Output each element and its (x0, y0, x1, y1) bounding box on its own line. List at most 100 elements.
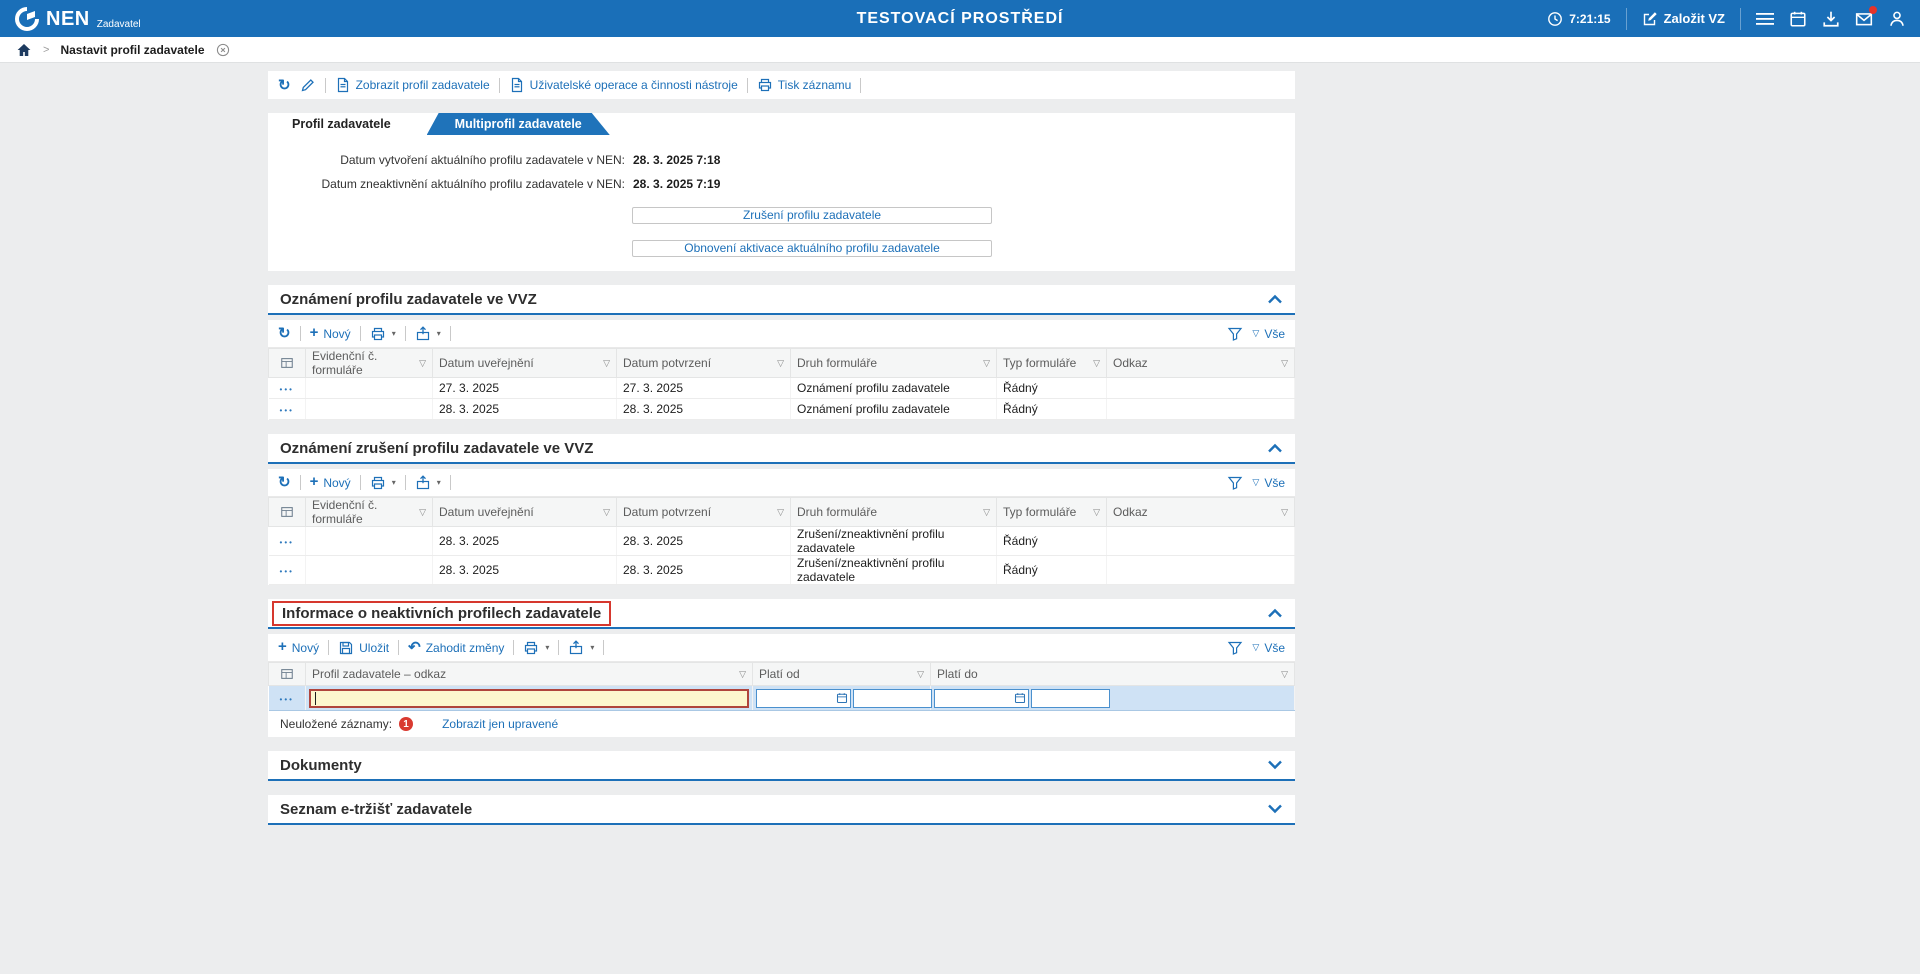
row-menu-icon[interactable]: ••• (280, 385, 294, 394)
section-header[interactable]: Informace o neaktivních profilech zadava… (268, 599, 1295, 629)
column-filter-icon[interactable]: ▽ (777, 358, 784, 369)
column-filter-icon[interactable]: ▽ (983, 507, 990, 518)
filter-button[interactable] (1227, 640, 1243, 656)
new-record-button[interactable]: + Nový (278, 641, 319, 655)
refresh-button[interactable]: ↻ (278, 326, 291, 341)
table-header-row: Evidenční č. formuláře▽ Datum uveřejnění… (269, 349, 1295, 378)
column-filter-icon[interactable]: ▽ (419, 358, 426, 369)
column-header[interactable]: Datum uveřejnění▽ (433, 349, 617, 378)
create-vz-button[interactable]: Založit VZ (1642, 11, 1725, 27)
show-all-button[interactable]: ▽ Vše (1252, 641, 1285, 655)
column-filter-icon[interactable]: ▽ (983, 358, 990, 369)
column-filter-icon[interactable]: ▽ (603, 358, 610, 369)
print-dropdown-button[interactable]: ▾ (523, 640, 549, 656)
nen-logo[interactable]: NEN Zadavatel (14, 6, 141, 32)
row-menu-icon[interactable]: ••• (280, 538, 294, 547)
export-dropdown-button[interactable]: ▾ (568, 640, 594, 656)
reactivate-profile-button[interactable]: Obnovení aktivace aktuálního profilu zad… (632, 240, 992, 257)
calendar-icon[interactable] (836, 692, 848, 704)
show-edited-link[interactable]: Zobrazit jen upravené (442, 717, 558, 731)
column-header[interactable]: Datum potvrzení▽ (617, 349, 791, 378)
view-profile-link[interactable]: Zobrazit profil zadavatele (335, 77, 490, 93)
column-filter-icon[interactable]: ▽ (1093, 358, 1100, 369)
column-filter-icon[interactable]: ▽ (739, 669, 746, 680)
column-filter-icon[interactable]: ▽ (917, 669, 924, 680)
section-header[interactable]: Dokumenty (268, 751, 1295, 781)
column-filter-icon[interactable]: ▽ (603, 507, 610, 518)
calendar-icon[interactable] (1014, 692, 1026, 704)
calendar-button[interactable] (1789, 10, 1807, 28)
print-record-link[interactable]: Tisk záznamu (757, 77, 852, 93)
export-dropdown-button[interactable]: ▾ (415, 475, 441, 491)
print-dropdown-button[interactable]: ▾ (370, 475, 396, 491)
collapse-chevron-icon[interactable] (1267, 608, 1283, 618)
tab-multiprofil-zadavatele[interactable]: Multiprofil zadavatele (427, 113, 610, 135)
refresh-button[interactable]: ↻ (278, 78, 291, 93)
valid-from-time-input[interactable] (853, 689, 932, 708)
show-all-button[interactable]: ▽ Vše (1252, 476, 1285, 490)
messages-button[interactable] (1855, 10, 1873, 28)
column-header[interactable]: Evidenční č. formuláře▽ (306, 498, 433, 527)
column-header[interactable]: Typ formuláře▽ (997, 349, 1107, 378)
expand-chevron-icon[interactable] (1267, 804, 1283, 814)
user-account-button[interactable] (1888, 10, 1906, 28)
section-header[interactable]: Seznam e-tržišť zadavatele (268, 795, 1295, 825)
row-menu-icon[interactable]: ••• (280, 695, 294, 704)
save-button[interactable]: Uložit (338, 640, 389, 656)
column-label: Odkaz (1113, 356, 1148, 370)
cell-evidence-number (306, 399, 433, 420)
profile-link-input[interactable] (309, 689, 749, 708)
column-filter-icon[interactable]: ▽ (777, 507, 784, 518)
filter-button[interactable] (1227, 475, 1243, 491)
column-header[interactable]: Druh formuláře▽ (791, 498, 997, 527)
new-record-button[interactable]: + Nový (310, 476, 351, 490)
new-record-button[interactable]: + Nový (310, 327, 351, 341)
table-row[interactable]: ••• 28. 3. 2025 28. 3. 2025 Oznámení pro… (269, 399, 1295, 420)
column-header[interactable]: Typ formuláře▽ (997, 498, 1107, 527)
column-header[interactable]: Odkaz▽ (1107, 498, 1295, 527)
column-filter-icon[interactable]: ▽ (1093, 507, 1100, 518)
column-header[interactable]: Platí od▽ (753, 663, 931, 686)
edit-row[interactable]: ••• (269, 686, 1295, 711)
user-operations-link[interactable]: Uživatelské operace a činnosti nástroje (509, 77, 738, 93)
show-all-button[interactable]: ▽ Vše (1252, 327, 1285, 341)
column-header[interactable]: Datum potvrzení▽ (617, 498, 791, 527)
column-filter-icon[interactable]: ▽ (1281, 358, 1288, 369)
downloads-button[interactable] (1822, 10, 1840, 28)
edit-button[interactable] (300, 77, 316, 93)
close-tab-button[interactable] (216, 43, 230, 57)
column-chooser-button[interactable] (269, 498, 306, 527)
column-header[interactable]: Platí do▽ (931, 663, 1295, 686)
print-dropdown-button[interactable]: ▾ (370, 326, 396, 342)
table-row[interactable]: ••• 28. 3. 2025 28. 3. 2025 Zrušení/znea… (269, 556, 1295, 585)
column-header[interactable]: Druh formuláře▽ (791, 349, 997, 378)
section-header[interactable]: Oznámení zrušení profilu zadavatele ve V… (268, 434, 1295, 464)
refresh-button[interactable]: ↻ (278, 475, 291, 490)
main-menu-button[interactable] (1756, 10, 1774, 28)
table-row[interactable]: ••• 27. 3. 2025 27. 3. 2025 Oznámení pro… (269, 378, 1295, 399)
column-header[interactable]: Evidenční č. formuláře▽ (306, 349, 433, 378)
column-filter-icon[interactable]: ▽ (419, 507, 426, 518)
column-chooser-button[interactable] (269, 663, 306, 686)
row-menu-icon[interactable]: ••• (280, 406, 294, 415)
column-chooser-button[interactable] (269, 349, 306, 378)
column-header[interactable]: Profil zadavatele – odkaz▽ (306, 663, 753, 686)
collapse-chevron-icon[interactable] (1267, 443, 1283, 453)
table-row[interactable]: ••• 28. 3. 2025 28. 3. 2025 Zrušení/znea… (269, 527, 1295, 556)
discard-changes-button[interactable]: ↶ Zahodit změny (408, 640, 504, 655)
column-filter-icon[interactable]: ▽ (1281, 669, 1288, 680)
column-filter-icon[interactable]: ▽ (1281, 507, 1288, 518)
export-dropdown-button[interactable]: ▾ (415, 326, 441, 342)
home-button[interactable] (16, 42, 32, 58)
expand-chevron-icon[interactable] (1267, 760, 1283, 770)
tab-profil-zadavatele[interactable]: Profil zadavatele (276, 113, 407, 135)
session-time: 7:21:15 (1569, 12, 1610, 26)
filter-button[interactable] (1227, 326, 1243, 342)
valid-to-time-input[interactable] (1031, 689, 1110, 708)
cancel-profile-button[interactable]: Zrušení profilu zadavatele (632, 207, 992, 224)
section-header[interactable]: Oznámení profilu zadavatele ve VVZ (268, 285, 1295, 315)
column-header[interactable]: Datum uveřejnění▽ (433, 498, 617, 527)
collapse-chevron-icon[interactable] (1267, 294, 1283, 304)
column-header[interactable]: Odkaz ▽ (1107, 349, 1295, 378)
row-menu-icon[interactable]: ••• (280, 567, 294, 576)
